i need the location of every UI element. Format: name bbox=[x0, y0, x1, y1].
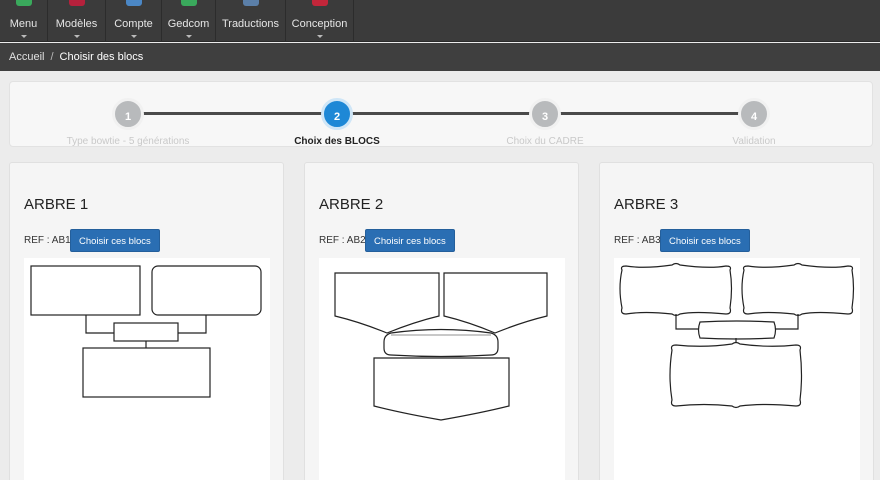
breadcrumb-home-link[interactable]: Accueil bbox=[9, 51, 44, 63]
card-title: ARBRE 3 bbox=[614, 196, 679, 213]
nav-compte-label: Compte bbox=[114, 18, 153, 30]
tree-preview-ornate[interactable] bbox=[614, 258, 860, 480]
tree-card-3: ARBRE 3 REF : AB3 Choisir ces blocs bbox=[599, 162, 874, 480]
wizard-step-4-label: Validation bbox=[732, 136, 776, 147]
card-title: ARBRE 1 bbox=[24, 196, 89, 213]
user-icon bbox=[125, 0, 142, 6]
wizard-step-4[interactable]: 4 bbox=[738, 98, 770, 130]
tree-diagram-3 bbox=[619, 262, 855, 409]
brush-icon bbox=[311, 0, 328, 6]
wizard-progress: 1 Type bowtie - 5 générations 2 Choix de… bbox=[9, 81, 873, 147]
tree-card-1: ARBRE 1 REF : AB1 Choisir ces blocs bbox=[9, 162, 284, 480]
wizard-step-3-label: Choix du CADRE bbox=[506, 136, 584, 147]
card-ref: REF : AB2 bbox=[319, 235, 366, 246]
tree-card-2: ARBRE 2 REF : AB2 Choisir ces blocs bbox=[304, 162, 579, 480]
nav-menu-label: Menu bbox=[9, 18, 38, 30]
choose-blocks-button[interactable]: Choisir ces blocs bbox=[70, 229, 160, 252]
nav-traductions[interactable]: Traductions bbox=[216, 0, 286, 42]
card-ref: REF : AB3 bbox=[614, 235, 661, 246]
wizard-step-1-label: Type bowtie - 5 générations bbox=[66, 136, 190, 147]
flag-icon bbox=[242, 0, 259, 6]
list-icon bbox=[15, 0, 32, 6]
nav-conception-label: Conception bbox=[291, 18, 348, 30]
chevron-down-icon bbox=[20, 35, 27, 38]
folder-icon bbox=[68, 0, 85, 6]
breadcrumb-separator: / bbox=[50, 51, 54, 63]
choose-blocks-button[interactable]: Choisir ces blocs bbox=[660, 229, 750, 252]
tree-preview-rectangles[interactable] bbox=[24, 258, 270, 480]
tree-preview-shields[interactable] bbox=[319, 258, 565, 480]
chevron-down-icon bbox=[130, 35, 137, 38]
nav-modeles[interactable]: Modèles bbox=[48, 0, 106, 42]
chevron-down-icon bbox=[73, 35, 80, 38]
nav-gedcom-label: Gedcom bbox=[167, 18, 210, 30]
wizard-step-3[interactable]: 3 bbox=[529, 98, 561, 130]
wizard-connector-line bbox=[128, 112, 756, 115]
chevron-down-icon bbox=[316, 35, 323, 38]
nav-conception[interactable]: Conception bbox=[286, 0, 354, 42]
breadcrumb-current: Choisir des blocs bbox=[59, 51, 144, 63]
wizard-step-2-label: Choix des BLOCS bbox=[294, 136, 380, 147]
nav-traductions-label: Traductions bbox=[221, 18, 280, 30]
chevron-down-icon bbox=[185, 35, 192, 38]
nav-modeles-label: Modèles bbox=[55, 18, 98, 30]
nav-gedcom[interactable]: Gedcom bbox=[162, 0, 216, 42]
wizard-step-2[interactable]: 2 bbox=[321, 98, 353, 130]
choose-blocks-button[interactable]: Choisir ces blocs bbox=[365, 229, 455, 252]
tree-diagram-1 bbox=[30, 265, 262, 398]
database-icon bbox=[180, 0, 197, 6]
tree-diagram-2 bbox=[334, 272, 548, 421]
card-title: ARBRE 2 bbox=[319, 196, 384, 213]
nav-compte[interactable]: Compte bbox=[106, 0, 162, 42]
card-ref: REF : AB1 bbox=[24, 235, 71, 246]
top-navbar: Menu Modèles Compte Gedcom Traductions C… bbox=[0, 0, 880, 42]
wizard-step-1[interactable]: 1 bbox=[112, 98, 144, 130]
breadcrumb: Accueil / Choisir des blocs bbox=[0, 43, 880, 71]
nav-menu[interactable]: Menu bbox=[0, 0, 48, 42]
